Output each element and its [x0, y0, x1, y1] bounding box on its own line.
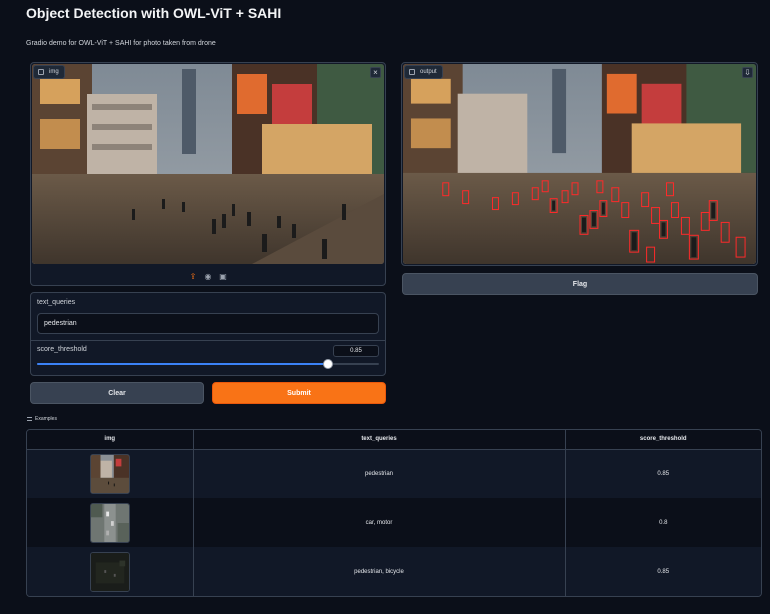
- list-icon: [27, 417, 32, 421]
- examples-header-img: img: [27, 430, 194, 450]
- example-text-queries[interactable]: pedestrian, bicycle: [193, 547, 566, 596]
- form-divider: [31, 340, 385, 341]
- output-image-label: output: [420, 69, 437, 75]
- input-image-panel[interactable]: img × ⇪ ◉ ▣: [30, 62, 386, 286]
- input-image-label-badge: img: [33, 65, 65, 79]
- download-icon[interactable]: ⇩: [742, 67, 753, 78]
- table-row[interactable]: car, motor 0.8: [27, 498, 761, 547]
- submit-button[interactable]: Submit: [212, 382, 386, 404]
- output-image-panel: output ⇩: [401, 62, 758, 266]
- slider-fill: [37, 363, 328, 365]
- example-score-threshold[interactable]: 0.85: [565, 547, 761, 596]
- table-row[interactable]: pedestrian 0.85: [27, 449, 761, 498]
- example-img-cell[interactable]: [27, 449, 194, 498]
- examples-label: Examples: [35, 416, 57, 422]
- example-text-queries[interactable]: pedestrian: [193, 449, 566, 498]
- score-threshold-number-input[interactable]: 0.85: [333, 345, 379, 357]
- examples-header-score-threshold: score_threshold: [565, 430, 761, 450]
- example-thumbnail[interactable]: [89, 453, 130, 494]
- score-threshold-slider[interactable]: [37, 359, 379, 369]
- example-score-threshold[interactable]: 0.85: [565, 449, 761, 498]
- score-threshold-label: score_threshold: [37, 346, 87, 353]
- upload-icon[interactable]: ⇪: [189, 272, 198, 281]
- image-icon: [38, 69, 44, 75]
- example-thumbnail[interactable]: [89, 502, 130, 543]
- input-photo[interactable]: [32, 64, 384, 264]
- clear-button[interactable]: Clear: [30, 382, 204, 404]
- example-img-cell[interactable]: [27, 498, 194, 547]
- input-image-label: img: [49, 69, 59, 75]
- example-text-queries[interactable]: car, motor: [193, 498, 566, 547]
- example-score-threshold[interactable]: 0.8: [565, 498, 761, 547]
- output-photo: [403, 64, 756, 264]
- clipboard-icon[interactable]: ▣: [219, 272, 228, 281]
- example-img-cell[interactable]: [27, 547, 194, 596]
- examples-header-text-queries: text_queries: [193, 430, 566, 450]
- inputs-form: text_queries pedestrian score_threshold …: [30, 292, 386, 376]
- input-image-tools: ⇪ ◉ ▣: [31, 272, 385, 281]
- webcam-icon[interactable]: ◉: [204, 272, 213, 281]
- flag-button[interactable]: Flag: [402, 273, 758, 295]
- text-queries-input[interactable]: pedestrian: [37, 313, 379, 334]
- slider-thumb[interactable]: [322, 359, 333, 369]
- examples-table: img text_queries score_threshold pedestr…: [26, 429, 762, 597]
- close-icon[interactable]: ×: [370, 67, 381, 78]
- examples-header[interactable]: Examples: [27, 416, 57, 422]
- page-subtitle: Gradio demo for OWL-ViT + SAHI for photo…: [26, 40, 216, 47]
- table-row[interactable]: pedestrian, bicycle 0.85: [27, 547, 761, 596]
- page-title: Object Detection with OWL-ViT + SAHI: [26, 5, 282, 21]
- image-icon: [409, 69, 415, 75]
- output-image-label-badge: output: [404, 65, 443, 79]
- example-thumbnail[interactable]: [89, 551, 130, 592]
- text-queries-label: text_queries: [37, 299, 76, 306]
